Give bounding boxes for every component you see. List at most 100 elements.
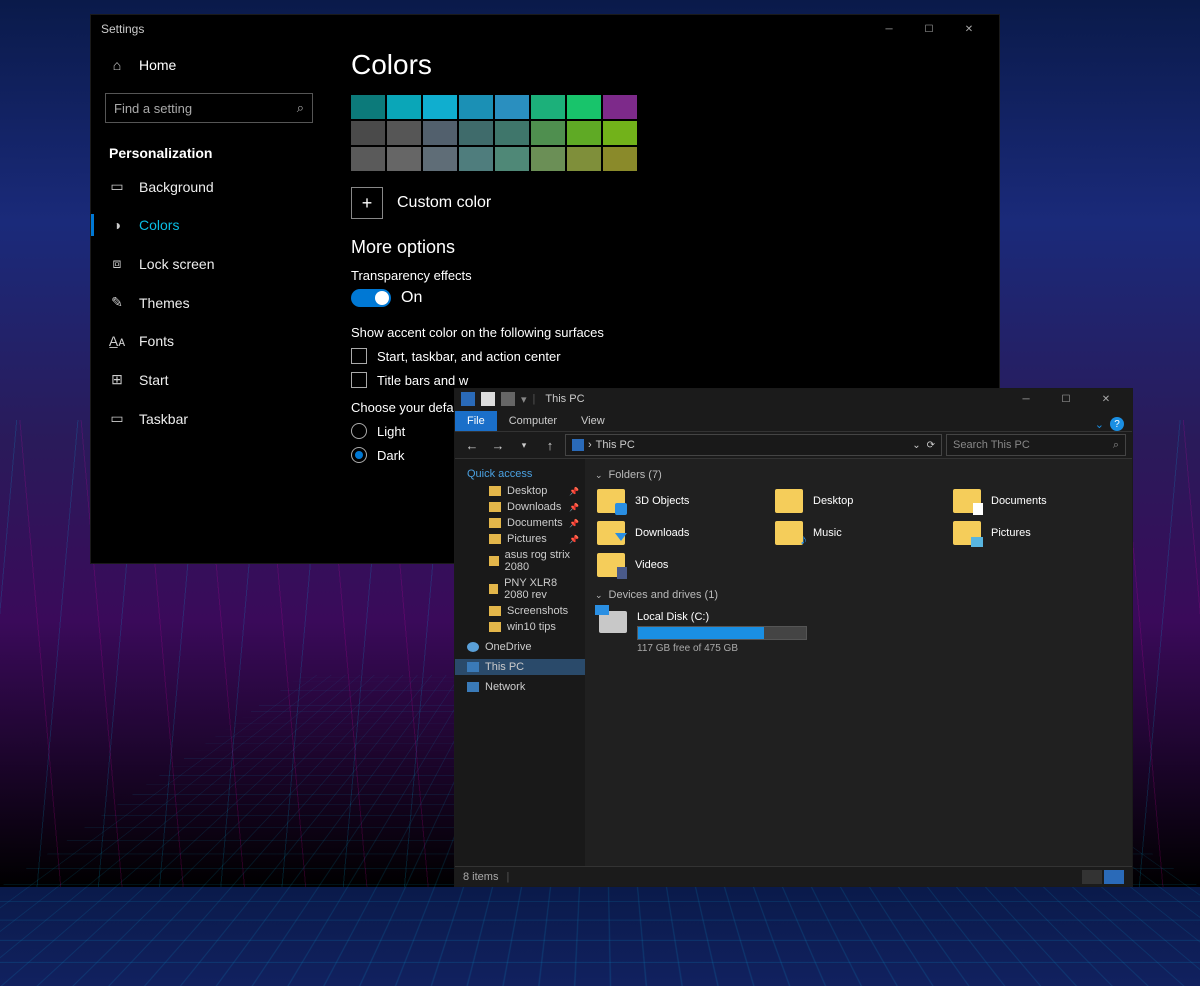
sidebar-item-themes[interactable]: ✎Themes bbox=[91, 283, 327, 322]
color-swatch[interactable] bbox=[459, 95, 493, 119]
tree-item[interactable]: Documents📌 bbox=[477, 515, 585, 531]
tab-file[interactable]: File bbox=[455, 411, 497, 431]
color-swatch[interactable] bbox=[387, 95, 421, 119]
section-label: Personalization bbox=[91, 135, 327, 167]
color-swatch[interactable] bbox=[351, 95, 385, 119]
folder-item[interactable]: Documents bbox=[951, 487, 1119, 515]
color-swatch[interactable] bbox=[567, 95, 601, 119]
tab-view[interactable]: View bbox=[569, 411, 617, 431]
radio-dark[interactable] bbox=[351, 447, 367, 463]
tree-network[interactable]: Network bbox=[455, 679, 585, 695]
explorer-app-icon[interactable] bbox=[461, 392, 475, 406]
tree-item[interactable]: Downloads📌 bbox=[477, 499, 585, 515]
folder-item[interactable]: Downloads bbox=[595, 519, 763, 547]
nav-icon: ⧈ bbox=[109, 255, 125, 272]
help-icon[interactable]: ? bbox=[1110, 417, 1124, 431]
drives-group-header[interactable]: ⌄ Devices and drives (1) bbox=[595, 589, 1122, 601]
sidebar-item-background[interactable]: ▭Background bbox=[91, 167, 327, 206]
exp-close-button[interactable]: ✕ bbox=[1086, 385, 1126, 413]
color-swatch[interactable] bbox=[423, 121, 457, 145]
breadcrumb-sep: › bbox=[588, 439, 592, 451]
drive-name: Local Disk (C:) bbox=[637, 611, 807, 623]
explorer-search[interactable]: Search This PC ⌕ bbox=[946, 434, 1126, 456]
drive-icon bbox=[599, 611, 627, 633]
color-swatch[interactable] bbox=[531, 95, 565, 119]
color-swatch[interactable] bbox=[423, 147, 457, 171]
folder-item[interactable]: Pictures bbox=[951, 519, 1119, 547]
minimize-button[interactable]: ─ bbox=[869, 15, 909, 43]
tree-quick-access[interactable]: Quick access bbox=[455, 465, 585, 483]
home-nav[interactable]: ⌂ Home bbox=[91, 49, 327, 81]
radio-light[interactable] bbox=[351, 423, 367, 439]
color-swatch[interactable] bbox=[495, 121, 529, 145]
color-swatch[interactable] bbox=[459, 121, 493, 145]
folder-icon bbox=[489, 534, 501, 544]
exp-minimize-button[interactable]: ─ bbox=[1006, 385, 1046, 413]
maximize-button[interactable]: ☐ bbox=[909, 15, 949, 43]
sidebar-item-fonts[interactable]: A̲ᴀFonts bbox=[91, 322, 327, 360]
more-options-heading: More options bbox=[351, 237, 975, 258]
tree-onedrive[interactable]: OneDrive bbox=[455, 639, 585, 655]
folder-icon bbox=[775, 521, 803, 545]
color-swatch[interactable] bbox=[387, 121, 421, 145]
address-location[interactable]: This PC bbox=[596, 439, 635, 451]
color-swatch[interactable] bbox=[495, 147, 529, 171]
transparency-toggle[interactable] bbox=[351, 289, 391, 307]
sidebar-item-taskbar[interactable]: ▭Taskbar bbox=[91, 399, 327, 438]
tree-this-pc[interactable]: This PC bbox=[455, 659, 585, 675]
folder-item[interactable]: Videos bbox=[595, 551, 763, 579]
color-swatch[interactable] bbox=[567, 147, 601, 171]
nav-back-button[interactable]: ← bbox=[461, 438, 483, 453]
folder-item[interactable]: Music bbox=[773, 519, 941, 547]
color-swatch[interactable] bbox=[351, 121, 385, 145]
tree-item[interactable]: win10 tips bbox=[477, 619, 585, 635]
color-swatch[interactable] bbox=[351, 147, 385, 171]
color-swatch[interactable] bbox=[567, 121, 601, 145]
folder-item[interactable]: Desktop bbox=[773, 487, 941, 515]
nav-up-button[interactable]: ↑ bbox=[539, 438, 561, 453]
view-icons-button[interactable] bbox=[1104, 870, 1124, 884]
color-swatch[interactable] bbox=[603, 147, 637, 171]
tree-item[interactable]: asus rog strix 2080 bbox=[477, 547, 585, 575]
color-swatch[interactable] bbox=[459, 147, 493, 171]
tree-item[interactable]: Pictures📌 bbox=[477, 531, 585, 547]
nav-icon: ▭ bbox=[109, 178, 125, 195]
folders-group-header[interactable]: ⌄ Folders (7) bbox=[595, 469, 1122, 481]
color-swatch[interactable] bbox=[423, 95, 457, 119]
ribbon-collapse-icon[interactable]: ⌄ bbox=[1095, 418, 1104, 431]
view-details-button[interactable] bbox=[1082, 870, 1102, 884]
refresh-icon[interactable]: ⟳ bbox=[927, 440, 935, 451]
drive-item[interactable]: Local Disk (C:) 117 GB free of 475 GB bbox=[595, 607, 1122, 658]
tab-computer[interactable]: Computer bbox=[497, 411, 569, 431]
settings-search[interactable]: Find a setting ⌕ bbox=[105, 93, 313, 123]
nav-history-button[interactable]: ▾ bbox=[513, 440, 535, 451]
sidebar-item-lock-screen[interactable]: ⧈Lock screen bbox=[91, 244, 327, 283]
explorer-statusbar: 8 items | bbox=[455, 866, 1132, 886]
close-button[interactable]: ✕ bbox=[949, 15, 989, 43]
status-items: 8 items bbox=[463, 871, 498, 883]
address-bar[interactable]: › This PC ⌄ ⟳ bbox=[565, 434, 942, 456]
nav-forward-button[interactable]: → bbox=[487, 438, 509, 453]
accent-surfaces-label: Show accent color on the following surfa… bbox=[351, 325, 975, 340]
color-swatch[interactable] bbox=[603, 95, 637, 119]
tree-item[interactable]: PNY XLR8 2080 rev bbox=[477, 575, 585, 603]
custom-color-button[interactable]: + bbox=[351, 187, 383, 219]
exp-maximize-button[interactable]: ☐ bbox=[1046, 385, 1086, 413]
color-swatch[interactable] bbox=[603, 121, 637, 145]
qat-icon[interactable] bbox=[501, 392, 515, 406]
address-dropdown-icon[interactable]: ⌄ bbox=[912, 440, 920, 451]
folder-item[interactable]: 3D Objects bbox=[595, 487, 763, 515]
folder-icon bbox=[597, 521, 625, 545]
color-swatch[interactable] bbox=[387, 147, 421, 171]
folder-icon bbox=[775, 489, 803, 513]
qat-icon[interactable] bbox=[481, 392, 495, 406]
accent-cb-start[interactable] bbox=[351, 348, 367, 364]
sidebar-item-colors[interactable]: ◑Colors bbox=[91, 206, 327, 244]
color-swatch[interactable] bbox=[495, 95, 529, 119]
accent-cb-titlebars[interactable] bbox=[351, 372, 367, 388]
color-swatch[interactable] bbox=[531, 147, 565, 171]
tree-item[interactable]: Desktop📌 bbox=[477, 483, 585, 499]
color-swatch[interactable] bbox=[531, 121, 565, 145]
sidebar-item-start[interactable]: ⊞Start bbox=[91, 360, 327, 399]
tree-item[interactable]: Screenshots bbox=[477, 603, 585, 619]
